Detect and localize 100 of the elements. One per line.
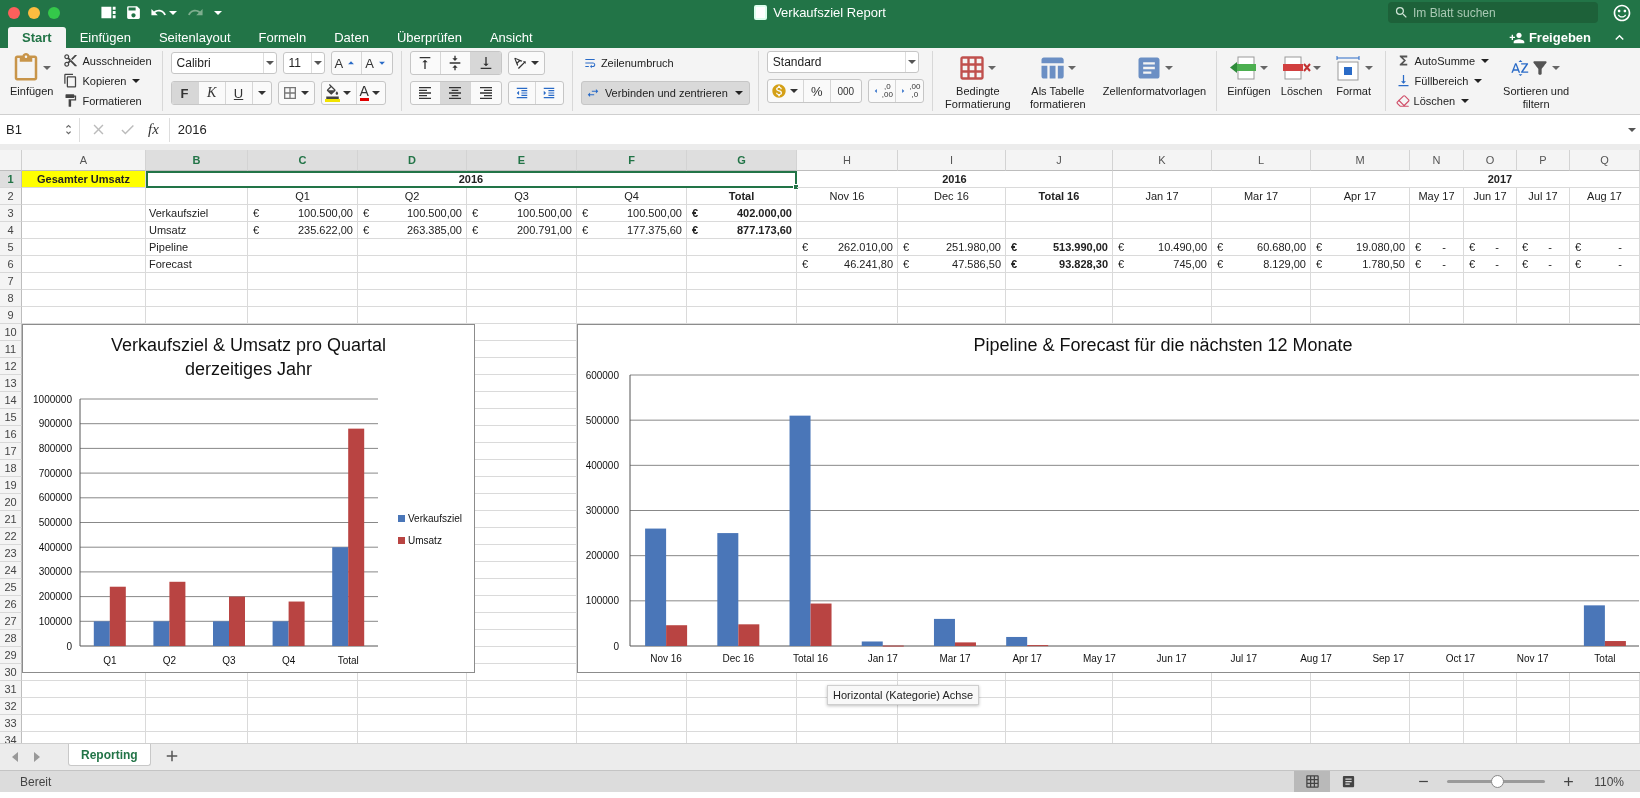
ribbon-tab[interactable]: Daten (320, 27, 383, 48)
column-header[interactable]: P (1517, 150, 1570, 171)
column-header[interactable]: L (1212, 150, 1311, 171)
percent-button[interactable]: % (803, 80, 831, 102)
clipboard-action[interactable]: Ausschneiden (61, 51, 154, 70)
styles-button[interactable]: Als Tabelle formatieren (1020, 51, 1095, 111)
cells-button[interactable]: Format (1330, 51, 1377, 98)
name-box[interactable]: B1 (0, 117, 80, 142)
smiley-button[interactable] (1612, 2, 1632, 23)
merged-cell[interactable]: 2017 (1113, 171, 1640, 188)
font-style-button[interactable]: F (171, 82, 199, 104)
row-header[interactable]: 20 (0, 494, 22, 511)
sheet-tab[interactable]: Reporting (68, 744, 151, 766)
row-header[interactable]: 12 (0, 358, 22, 375)
column-header[interactable]: D (358, 150, 467, 171)
shrink-font-button[interactable]: A (362, 52, 392, 74)
column-header[interactable]: H (797, 150, 898, 171)
row-header[interactable]: 9 (0, 307, 22, 324)
row-header[interactable]: 18 (0, 460, 22, 477)
sort-filter-button[interactable]: Sortieren und filtern (1499, 51, 1574, 111)
ribbon-tab[interactable]: Seitenlayout (144, 27, 245, 48)
ribbon-tab[interactable]: Formeln (244, 27, 321, 48)
row-header[interactable]: 3 (0, 205, 22, 222)
ribbon-tab[interactable]: Ansicht (475, 27, 547, 48)
row-header[interactable]: 17 (0, 443, 22, 460)
font-color-button[interactable]: A (356, 82, 385, 104)
save-button[interactable] (125, 4, 142, 21)
row-header[interactable]: 1 (0, 171, 22, 188)
thousands-button[interactable]: 000 (830, 80, 861, 102)
row-header[interactable]: 32 (0, 698, 22, 715)
minimize-button[interactable] (28, 6, 40, 19)
column-header[interactable]: E (467, 150, 577, 171)
font-name-dropdown[interactable]: Calibri (170, 52, 277, 74)
column-header[interactable]: Q (1570, 150, 1640, 171)
clipboard-action[interactable]: Kopieren (61, 71, 154, 90)
column-header[interactable]: C (248, 150, 358, 171)
column-header[interactable]: I (898, 150, 1006, 171)
number-format-dropdown[interactable]: Standard (766, 51, 919, 73)
zoom-button[interactable] (48, 6, 60, 19)
row-header[interactable]: 16 (0, 426, 22, 443)
merged-cell[interactable]: 2016 (797, 171, 1113, 188)
column-header[interactable]: K (1113, 150, 1212, 171)
formula-field[interactable]: 2016 (169, 122, 1626, 137)
wrap-text-button[interactable]: Zeilenumbruch (580, 51, 750, 75)
fill-handle[interactable] (793, 184, 799, 190)
column-header[interactable]: F (577, 150, 687, 171)
row-header[interactable]: 2 (0, 188, 22, 205)
share-button[interactable]: Freigeben (1502, 27, 1597, 48)
editing-action[interactable]: Löschen (1393, 91, 1494, 110)
column-header[interactable]: G (687, 150, 797, 171)
row-header[interactable]: 33 (0, 715, 22, 732)
column-header[interactable]: O (1464, 150, 1517, 171)
column-header[interactable]: A (22, 150, 146, 171)
editing-action[interactable]: Füllbereich (1393, 71, 1494, 90)
row-header[interactable]: 11 (0, 341, 22, 358)
column-header[interactable]: B (146, 150, 248, 171)
decrease-decimal-button[interactable]: ,00 ,0 (895, 80, 923, 102)
paste-button[interactable]: Einfügen (8, 51, 56, 98)
column-header[interactable]: J (1006, 150, 1113, 171)
row-header[interactable]: 21 (0, 511, 22, 528)
sidebar-button[interactable] (100, 4, 117, 21)
row-header[interactable]: 31 (0, 681, 22, 698)
editing-action[interactable]: AutoSumme (1393, 51, 1494, 70)
row-header[interactable]: 26 (0, 596, 22, 613)
grow-font-button[interactable]: A (331, 52, 363, 74)
increase-decimal-button[interactable]: ,0 ,00 (868, 80, 896, 102)
row-header[interactable]: 27 (0, 613, 22, 630)
clipboard-action[interactable]: Formatieren (61, 91, 154, 110)
slider-thumb[interactable] (1491, 775, 1505, 788)
column-header[interactable]: M (1311, 150, 1410, 171)
merge-center-button[interactable]: Verbinden und zentrieren (580, 81, 750, 105)
row-header[interactable]: 10 (0, 324, 22, 341)
horizontal-align-button[interactable] (440, 82, 471, 104)
insert-function-button[interactable]: fx (148, 121, 159, 138)
row-header[interactable]: 13 (0, 375, 22, 392)
row-header[interactable]: 29 (0, 647, 22, 664)
ribbon-tab[interactable]: Einfügen (65, 27, 145, 48)
font-style-button[interactable]: K (198, 82, 226, 104)
cells-button[interactable]: Einfügen (1225, 51, 1273, 98)
row-header[interactable]: 25 (0, 579, 22, 596)
row-header[interactable]: 22 (0, 528, 22, 545)
normal-view-button[interactable] (1294, 771, 1331, 792)
vertical-align-button[interactable] (470, 52, 501, 74)
row-header[interactable]: 30 (0, 664, 22, 681)
styles-button[interactable]: Zellenformatvorlagen (1100, 51, 1209, 98)
ribbon-tab[interactable]: Start (8, 27, 66, 48)
column-header[interactable]: N (1410, 150, 1464, 171)
row-header[interactable]: 15 (0, 409, 22, 426)
row-header[interactable]: 24 (0, 562, 22, 579)
row-header[interactable]: 28 (0, 630, 22, 647)
styles-button[interactable]: Bedingte Formatierung (940, 51, 1015, 111)
row-header[interactable]: 5 (0, 239, 22, 256)
row-header[interactable]: 6 (0, 256, 22, 273)
row-header[interactable]: 7 (0, 273, 22, 290)
search-input[interactable]: Im Blatt suchen (1413, 5, 1573, 20)
row-header[interactable]: 23 (0, 545, 22, 562)
row-header[interactable]: 14 (0, 392, 22, 409)
font-size-dropdown[interactable]: 11 (282, 52, 325, 74)
merged-cell[interactable]: 2016 (146, 171, 797, 188)
row-header[interactable]: 4 (0, 222, 22, 239)
